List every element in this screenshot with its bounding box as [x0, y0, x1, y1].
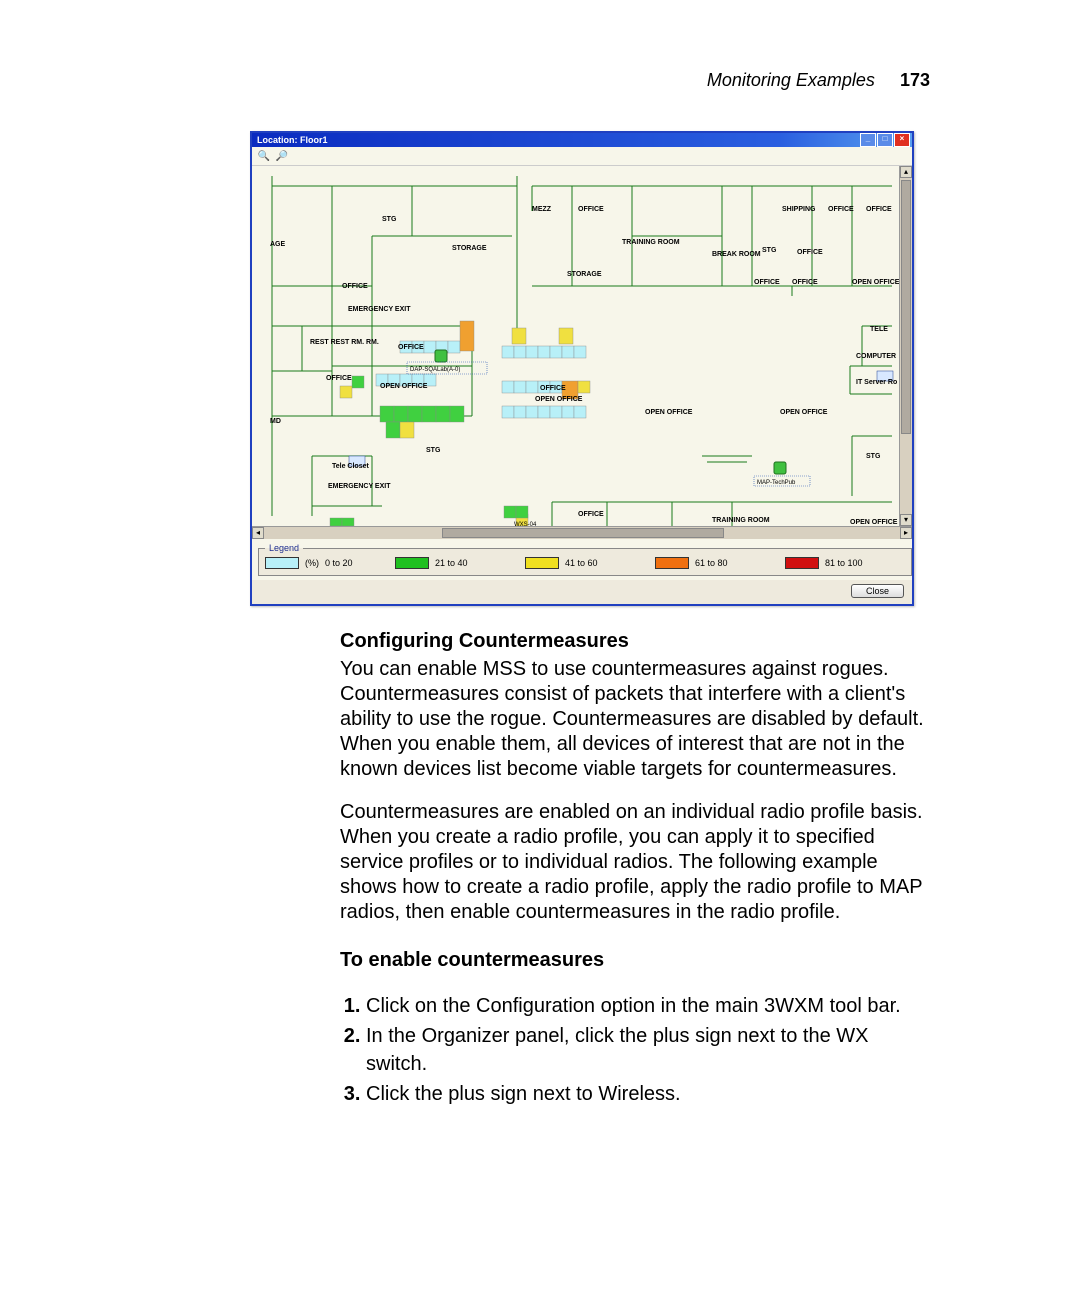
svg-text:IT Server Ro: IT Server Ro [856, 379, 897, 386]
legend-axis-unit: (%) [305, 558, 319, 568]
legend-title: Legend [265, 543, 303, 553]
horizontal-scrollbar[interactable]: ◂ ▸ [252, 526, 912, 539]
svg-text:EMERGENCY EXIT: EMERGENCY EXIT [348, 306, 411, 313]
legend-swatch-0: (%) 0 to 20 [265, 557, 385, 569]
legend-swatch-4: 81 to 100 [785, 557, 905, 569]
section-title: Monitoring Examples [707, 70, 875, 90]
close-button[interactable]: Close [851, 584, 904, 598]
svg-text:TRAINING ROOM: TRAINING ROOM [712, 517, 770, 524]
page-number: 173 [900, 70, 930, 90]
horizontal-scroll-thumb[interactable] [442, 528, 724, 538]
zoom-out-icon[interactable]: 🔎 [276, 150, 288, 162]
svg-text:OFFICE: OFFICE [342, 283, 368, 290]
svg-text:OPEN OFFICE: OPEN OFFICE [645, 409, 693, 416]
svg-text:COMPUTER: COMPUTER [856, 353, 896, 360]
svg-text:OPEN OFFICE: OPEN OFFICE [380, 383, 428, 390]
svg-text:TELE: TELE [870, 326, 888, 333]
steps-list: Click on the Configuration option in the… [340, 992, 930, 1108]
paragraph-cm-2: Countermeasures are enabled on an indivi… [340, 800, 930, 925]
legend-label-0: 0 to 20 [325, 558, 353, 568]
svg-text:STG: STG [382, 216, 397, 223]
vertical-scroll-thumb[interactable] [901, 180, 911, 434]
svg-text:STG: STG [426, 447, 441, 454]
svg-text:SHIPPING: SHIPPING [782, 206, 816, 213]
svg-text:OFFICE: OFFICE [797, 249, 823, 256]
step-3: Click the plus sign next to Wireless. [366, 1080, 930, 1108]
scroll-left-arrow[interactable]: ◂ [252, 527, 264, 539]
svg-text:OPEN OFFICE: OPEN OFFICE [852, 279, 900, 286]
scroll-right-arrow[interactable]: ▸ [900, 527, 912, 539]
paragraph-cm-1: You can enable MSS to use countermeasure… [340, 657, 930, 782]
zoom-in-icon[interactable]: 🔍 [258, 150, 270, 162]
svg-text:MEZZ: MEZZ [532, 206, 552, 213]
svg-text:OPEN OFFICE: OPEN OFFICE [535, 396, 583, 403]
svg-text:Tele Closet: Tele Closet [332, 463, 369, 470]
legend-box: Legend (%) 0 to 20 21 to 40 41 to 60 61 … [258, 543, 912, 576]
svg-text:OFFICE: OFFICE [866, 206, 892, 213]
svg-text:EMERGENCY EXIT: EMERGENCY EXIT [328, 483, 391, 490]
svg-text:TRAINING ROOM: TRAINING ROOM [622, 239, 680, 246]
svg-text:OFFICE: OFFICE [792, 279, 818, 286]
ap-label-map: MAP-TechPub [757, 480, 796, 486]
location-window: Location: Floor1 _ □ × 🔍 🔎 ▴ ▾ [250, 131, 914, 606]
svg-text:OFFICE: OFFICE [578, 511, 604, 518]
floorplan-canvas[interactable]: ▴ ▾ [252, 166, 912, 526]
svg-text:MD: MD [270, 418, 281, 425]
step-2: In the Organizer panel, click the plus s… [366, 1022, 930, 1078]
running-header: Monitoring Examples 173 [150, 70, 930, 91]
scroll-up-arrow[interactable]: ▴ [900, 166, 912, 178]
legend-label-1: 21 to 40 [435, 558, 468, 568]
ap-label-dap: DAP-SQALab(A-0) [410, 367, 460, 373]
titlebar[interactable]: Location: Floor1 _ □ × [252, 133, 912, 147]
legend-swatch-3: 61 to 80 [655, 557, 775, 569]
toolbar: 🔍 🔎 [252, 147, 912, 166]
svg-text:AGE: AGE [270, 241, 286, 248]
svg-text:REST REST RM. RM.: REST REST RM. RM. [310, 339, 379, 346]
svg-text:OFFICE: OFFICE [578, 206, 604, 213]
svg-text:OFFICE: OFFICE [828, 206, 854, 213]
window-title: Location: Floor1 [254, 135, 859, 145]
svg-text:OFFICE: OFFICE [326, 375, 352, 382]
svg-text:OFFICE: OFFICE [540, 385, 566, 392]
window-close-button[interactable]: × [894, 133, 910, 147]
legend-label-2: 41 to 60 [565, 558, 598, 568]
svg-text:OFFICE: OFFICE [754, 279, 780, 286]
svg-text:STORAGE: STORAGE [567, 271, 602, 278]
window-maximize-button[interactable]: □ [877, 133, 893, 147]
step-1: Click on the Configuration option in the… [366, 992, 930, 1020]
legend-label-3: 61 to 80 [695, 558, 728, 568]
svg-text:STG: STG [866, 453, 881, 460]
window-minimize-button[interactable]: _ [860, 133, 876, 147]
legend-swatch-2: 41 to 60 [525, 557, 645, 569]
svg-text:OFFICE: OFFICE [398, 344, 424, 351]
svg-text:STORAGE: STORAGE [452, 245, 487, 252]
svg-text:OPEN OFFICE: OPEN OFFICE [850, 519, 898, 526]
dialog-button-bar: Close [252, 580, 912, 604]
heading-configuring: Configuring Countermeasures [340, 630, 930, 653]
scroll-down-arrow[interactable]: ▾ [900, 514, 912, 526]
svg-text:STG: STG [762, 247, 777, 254]
floorplan-svg: DAP-SQALab(A-0) MAP-TechPub WXS-04 STG M… [252, 166, 900, 526]
legend-swatch-1: 21 to 40 [395, 557, 515, 569]
legend-label-4: 81 to 100 [825, 558, 863, 568]
svg-text:BREAK ROOM: BREAK ROOM [712, 251, 761, 258]
svg-text:OPEN OFFICE: OPEN OFFICE [780, 409, 828, 416]
heading-enable: To enable countermeasures [340, 949, 930, 972]
vertical-scrollbar[interactable]: ▴ ▾ [899, 166, 912, 526]
